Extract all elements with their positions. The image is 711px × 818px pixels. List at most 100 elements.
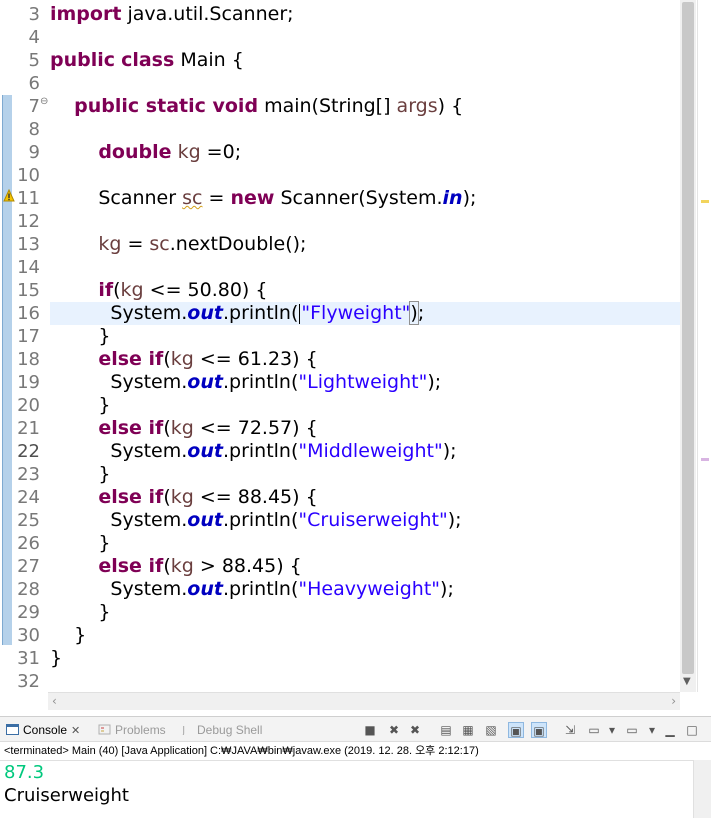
line-number: 22 (17, 441, 40, 462)
line-number: 32 (17, 671, 40, 692)
tab-problems[interactable]: Problems (98, 721, 166, 739)
line-number: 11 (17, 188, 40, 209)
terminate-icon[interactable]: ■ (362, 722, 378, 738)
scrollbar-thumb[interactable] (682, 2, 694, 674)
remove-launch-icon[interactable]: ✖ (386, 722, 402, 738)
code-line[interactable]: import java.util.Scanner; (50, 3, 680, 26)
code-line[interactable]: Scanner sc = new Scanner(System.in); (50, 187, 680, 210)
fold-collapse-icon[interactable]: ⊖ (40, 97, 48, 107)
line-number: 14 (17, 257, 40, 278)
open-console-icon[interactable]: ▭ (624, 722, 640, 738)
code-line[interactable]: System.out.println("Heavyweight"); (50, 578, 680, 601)
code-line[interactable] (50, 118, 680, 141)
line-number: 28 (17, 579, 40, 600)
code-line[interactable] (50, 210, 680, 233)
display-selected-console-icon[interactable]: ▭ (586, 722, 602, 738)
code-line[interactable]: else if(kg <= 61.23) { (50, 348, 680, 371)
line-number: 30 (17, 625, 40, 646)
word-wrap-icon[interactable]: ▧ (483, 722, 499, 738)
code-line[interactable]: public static void main(String[] args) { (50, 95, 680, 118)
code-line[interactable]: else if(kg <= 72.57) { (50, 417, 680, 440)
code-line[interactable]: System.out.println("Cruiserweight"); (50, 509, 680, 532)
debug-shell-icon: J (181, 724, 185, 735)
clear-console-icon[interactable]: ▤ (438, 722, 454, 738)
minimize-icon[interactable]: ▁ (662, 722, 678, 738)
line-number: 16 (17, 303, 40, 324)
line-number: 18 (17, 349, 40, 370)
console-icon (6, 724, 19, 735)
tab-debug-shell-label: Debug Shell (197, 723, 263, 737)
line-number: 4 (28, 27, 40, 48)
change-ruler (2, 95, 12, 645)
line-number: 6 (28, 73, 40, 94)
code-line[interactable]: } (50, 463, 680, 486)
overview-ruler[interactable] (697, 0, 711, 692)
matching-bracket: ) (409, 301, 419, 325)
line-number: 12 (17, 211, 40, 232)
code-line[interactable]: } (50, 394, 680, 417)
tab-problems-label: Problems (115, 723, 166, 737)
console-vertical-scrollbar[interactable] (693, 760, 711, 818)
line-number: 5 (28, 50, 40, 71)
close-icon[interactable]: ✕ (71, 725, 80, 737)
console-output[interactable]: 87.3 Cruiserweight (0, 760, 693, 818)
line-number: 29 (17, 602, 40, 623)
code-editor[interactable]: ⊖ 3 4 5 6 7 8 9 10 11 12 13 14 15 16 17 … (0, 0, 711, 712)
scroll-down-arrow-icon[interactable]: ▼ (683, 676, 691, 687)
chevron-down-icon[interactable]: ▾ (604, 722, 620, 738)
show-on-stderr-icon[interactable]: ▣ (531, 722, 547, 738)
code-line[interactable]: } (50, 532, 680, 555)
code-line[interactable]: } (50, 601, 680, 624)
pin-console-icon[interactable]: ⇲ (562, 722, 578, 738)
scroll-left-arrow-icon[interactable]: ‹ (52, 694, 57, 708)
code-line[interactable]: System.out.println("Lightweight"); (50, 371, 680, 394)
line-number: 13 (17, 234, 40, 255)
occurrence-marker[interactable] (701, 458, 709, 461)
code-line[interactable] (50, 256, 680, 279)
code-line[interactable] (50, 164, 680, 187)
editor-vertical-scrollbar[interactable]: ▼ (680, 0, 696, 692)
chevron-down-icon[interactable]: ▾ (644, 722, 660, 738)
show-on-stdout-icon[interactable]: ▣ (508, 722, 524, 738)
remove-all-terminated-icon[interactable]: ✖ (407, 722, 423, 738)
code-line[interactable]: else if(kg <= 88.45) { (50, 486, 680, 509)
tab-console[interactable]: Console ✕ (6, 721, 80, 739)
line-number: 26 (17, 533, 40, 554)
line-number: 10 (17, 165, 40, 186)
line-number: 3 (28, 4, 40, 25)
line-number: 15 (17, 280, 40, 301)
code-text-area[interactable]: import java.util.Scanner; public class M… (50, 3, 680, 693)
scroll-lock-icon[interactable]: ▦ (460, 722, 476, 738)
code-line[interactable]: public class Main { (50, 49, 680, 72)
warning-marker[interactable] (701, 200, 709, 203)
problems-icon (98, 724, 111, 735)
code-line[interactable] (50, 26, 680, 49)
tab-debug-shell[interactable]: J Debug Shell (180, 721, 262, 739)
maximize-icon[interactable]: □ (684, 722, 700, 738)
code-line[interactable]: } (50, 624, 680, 647)
line-number: 8 (28, 119, 40, 140)
code-line[interactable]: if(kg <= 50.80) { (50, 279, 680, 302)
code-line[interactable]: System.out.println("Middleweight"); (50, 440, 680, 463)
warning-squiggle: sc (182, 187, 203, 209)
line-number: 9 (28, 142, 40, 163)
svg-text:J: J (181, 724, 185, 735)
code-line-current[interactable]: System.out.println("Flyweight"); (50, 301, 680, 325)
line-number: 20 (17, 395, 40, 416)
line-number: 21 (17, 418, 40, 439)
code-line[interactable]: } (50, 647, 680, 670)
launch-status: <terminated> Main (40) [Java Application… (4, 745, 479, 757)
scroll-right-arrow-icon[interactable]: › (671, 694, 676, 708)
code-line[interactable]: double kg =0; (50, 141, 680, 164)
code-line[interactable]: } (50, 325, 680, 348)
editor-horizontal-scrollbar[interactable]: ‹ › (48, 692, 680, 710)
console-output-line: Cruiserweight (4, 785, 129, 806)
code-line[interactable]: else if(kg > 88.45) { (50, 555, 680, 578)
line-number: 27 (17, 556, 40, 577)
line-number-gutter: 3 4 5 6 7 8 9 10 11 12 13 14 15 16 17 18… (14, 3, 40, 693)
code-line[interactable] (50, 670, 680, 693)
code-line[interactable] (50, 72, 680, 95)
console-view-header: Console ✕ Problems J Debug Shell ■ ✖ ✖ ▤ ▦… (0, 716, 711, 742)
code-line[interactable]: kg = sc.nextDouble(); (50, 233, 680, 256)
line-number: 19 (17, 372, 40, 393)
